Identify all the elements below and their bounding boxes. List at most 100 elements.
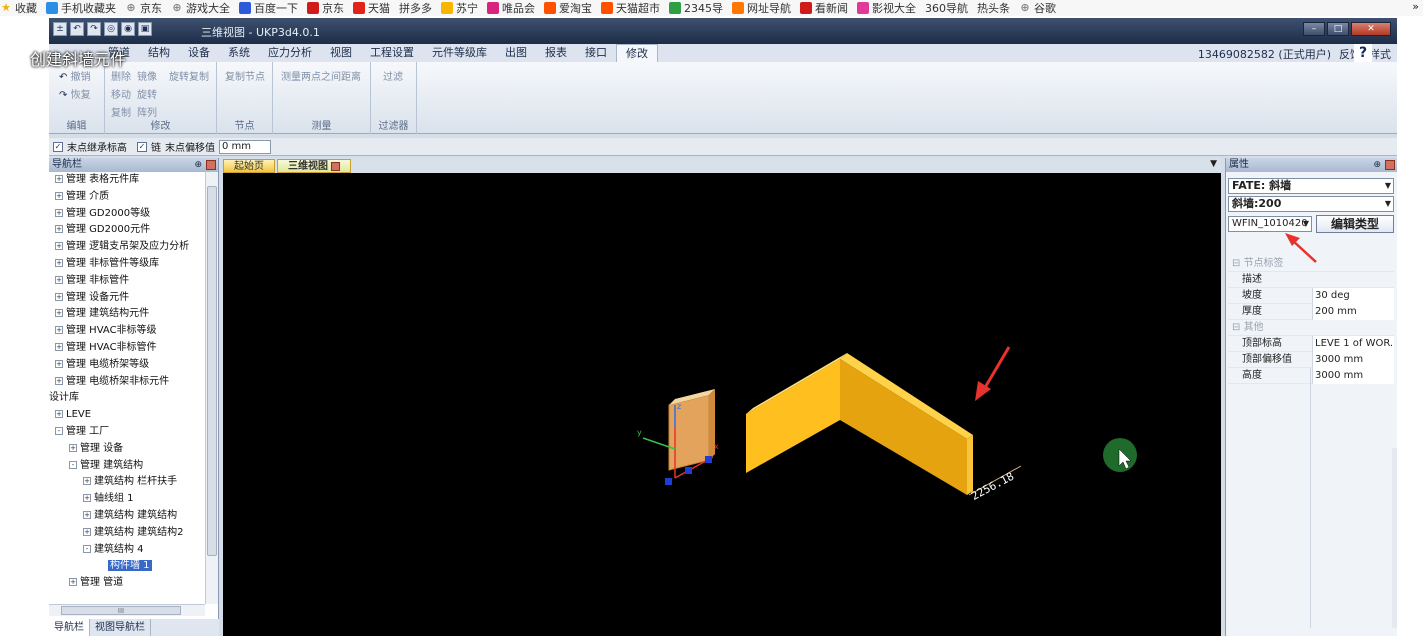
copy-node-button[interactable]: 复制节点 — [225, 68, 265, 83]
menu-tab[interactable]: 设备 — [179, 44, 219, 62]
tree-item[interactable]: + 管理 GD2000元件 — [49, 222, 205, 239]
tree-item[interactable]: + 管理 管道 — [49, 575, 205, 590]
tree-item[interactable]: + 管理 电缆桥架等级 — [49, 357, 205, 374]
nav-vertical-scrollbar[interactable] — [205, 172, 218, 604]
mirror-button[interactable]: 镜像 — [137, 68, 157, 83]
expand-icon[interactable]: + — [55, 225, 63, 234]
offset-input[interactable]: 0 mm — [219, 139, 271, 154]
tree-item[interactable]: - 管理 工厂 — [49, 424, 205, 441]
menu-tab[interactable]: 修改 — [616, 43, 658, 63]
favorite-link[interactable]: 拼多多 — [399, 0, 432, 16]
filter-button[interactable]: 过滤 — [383, 68, 403, 83]
menu-tab[interactable]: 出图 — [496, 44, 536, 62]
property-row[interactable]: 高度 3000 mm — [1228, 368, 1394, 384]
menu-tab[interactable]: 系统 — [219, 44, 259, 62]
chain-checkbox[interactable]: ✓ — [137, 141, 147, 152]
favorite-link[interactable]: ⊕ 谷歌 — [1019, 0, 1056, 16]
delete-button[interactable]: 删除 — [111, 68, 131, 83]
tree-item[interactable]: - 建筑结构 4 — [49, 542, 205, 559]
move-button[interactable]: 移动 — [111, 86, 131, 101]
quick-access-button[interactable]: ↶ — [70, 22, 84, 36]
menu-tab[interactable]: 接口 — [576, 44, 616, 62]
tree-item[interactable]: + 管理 逻辑支吊架及应力分析 — [49, 239, 205, 256]
measure-distance-button[interactable]: 测量两点之间距离 — [281, 68, 361, 83]
expand-icon[interactable]: + — [55, 376, 63, 385]
close-button[interactable]: ✕ — [1351, 22, 1391, 36]
tree-item[interactable]: + 管理 非标管件 — [49, 273, 205, 290]
expand-icon[interactable]: + — [55, 342, 63, 351]
tab-3d-view[interactable]: 三维视图 — [277, 159, 352, 173]
props-scrollbar[interactable] — [1392, 448, 1397, 628]
more-favorites-icon[interactable]: » — [1412, 0, 1419, 13]
menu-tab[interactable]: 元件等级库 — [423, 44, 496, 62]
style-menu[interactable]: 样式 — [1369, 46, 1391, 62]
tab-list-dropdown-icon[interactable]: ▼ — [1210, 159, 1217, 169]
expand-icon[interactable]: + — [55, 359, 63, 368]
rotate-button[interactable]: 旋转 — [137, 86, 157, 101]
favorite-link[interactable]: 热头条 — [977, 0, 1010, 16]
favorite-link[interactable]: 苏宁 — [441, 0, 478, 16]
tree-item[interactable]: - 管理 建筑结构 — [49, 458, 205, 475]
quick-access-button[interactable]: ◎ — [104, 22, 118, 36]
expand-icon[interactable]: + — [55, 191, 63, 200]
property-value[interactable]: 30 deg — [1312, 288, 1394, 304]
collapse-icon[interactable]: - — [69, 460, 77, 469]
favorite-link[interactable]: 2345导 — [669, 0, 723, 16]
pin-icon[interactable]: ⊕ — [1373, 158, 1381, 172]
help-icon[interactable]: ? — [1354, 44, 1372, 62]
dimension-annotation[interactable]: 2256.18 — [968, 465, 1022, 503]
property-category[interactable]: ⊟ 其他 — [1228, 320, 1394, 336]
tree-item[interactable]: 构件墙 1 — [49, 558, 205, 575]
tab-view-navigation[interactable]: 视图导航栏 — [90, 619, 151, 636]
expand-icon[interactable]: + — [55, 275, 63, 284]
property-row[interactable]: 厚度 200 mm — [1228, 304, 1394, 320]
expand-icon[interactable]: + — [55, 208, 63, 217]
close-icon[interactable] — [206, 160, 216, 170]
maximize-button[interactable]: □ — [1327, 22, 1349, 36]
favorite-link[interactable]: 360导航 — [925, 0, 968, 16]
favorite-link[interactable]: 京东 — [307, 0, 344, 16]
tree-item[interactable]: + 管理 设备 — [49, 441, 205, 458]
expand-icon[interactable]: + — [69, 443, 77, 452]
nav-horizontal-scrollbar[interactable]: III — [49, 604, 205, 616]
tree-item[interactable]: + 管理 建筑结构元件 — [49, 306, 205, 323]
quick-access-button[interactable]: ▣ — [138, 22, 152, 36]
tree-item[interactable]: + 轴线组 1 — [49, 491, 205, 508]
favorite-link[interactable]: 天猫超市 — [601, 0, 660, 16]
tab-start-page[interactable]: 起始页 — [223, 159, 275, 173]
quick-access-button[interactable]: ◉ — [121, 22, 135, 36]
rotate-copy-button[interactable]: 旋转复制 — [169, 68, 209, 83]
tree-item[interactable]: + 管理 表格元件库 — [49, 172, 205, 189]
collapse-icon[interactable]: ⊟ — [1232, 322, 1244, 333]
menu-tab[interactable]: 应力分析 — [259, 44, 321, 62]
tree-item[interactable]: + 建筑结构 建筑结构 — [49, 508, 205, 525]
menu-tab[interactable]: 视图 — [321, 44, 361, 62]
menu-tab[interactable]: 结构 — [139, 44, 179, 62]
tree-item[interactable]: + 管理 GD2000等级 — [49, 206, 205, 223]
expand-icon[interactable]: + — [55, 175, 63, 183]
property-row[interactable]: 描述 — [1228, 272, 1394, 288]
favorite-link[interactable]: ★ 收藏 — [0, 0, 37, 16]
favorite-link[interactable]: 百度一下 — [239, 0, 298, 16]
expand-icon[interactable]: + — [83, 477, 91, 486]
favorite-link[interactable]: 天猫 — [353, 0, 390, 16]
scroll-thumb[interactable]: III — [61, 606, 181, 615]
expand-icon[interactable]: + — [55, 309, 63, 318]
tree-item[interactable]: + 管理 电缆桥架非标元件 — [49, 374, 205, 391]
minimize-button[interactable]: – — [1303, 22, 1325, 36]
close-icon[interactable] — [331, 161, 341, 171]
menu-tab[interactable]: 工程设置 — [361, 44, 423, 62]
expand-icon[interactable]: + — [69, 578, 77, 587]
tree-item[interactable]: + 管理 设备元件 — [49, 290, 205, 307]
favorite-link[interactable]: 爱淘宝 — [544, 0, 592, 16]
favorite-link[interactable]: 网址导航 — [732, 0, 791, 16]
tree-item[interactable]: + 管理 HVAC非标管件 — [49, 340, 205, 357]
tree-item[interactable]: 设计库 — [49, 390, 205, 407]
tree-item[interactable]: + 管理 介质 — [49, 189, 205, 206]
expand-icon[interactable]: + — [83, 527, 91, 536]
expand-icon[interactable]: + — [55, 258, 63, 267]
property-value[interactable]: LEVE 1 of WOR... — [1312, 336, 1394, 352]
quick-access-button[interactable]: ± — [53, 22, 67, 36]
redo-button[interactable]: ↷ 恢复 — [59, 86, 91, 101]
3d-viewport[interactable]: y x z 2256.18 — [223, 173, 1221, 636]
